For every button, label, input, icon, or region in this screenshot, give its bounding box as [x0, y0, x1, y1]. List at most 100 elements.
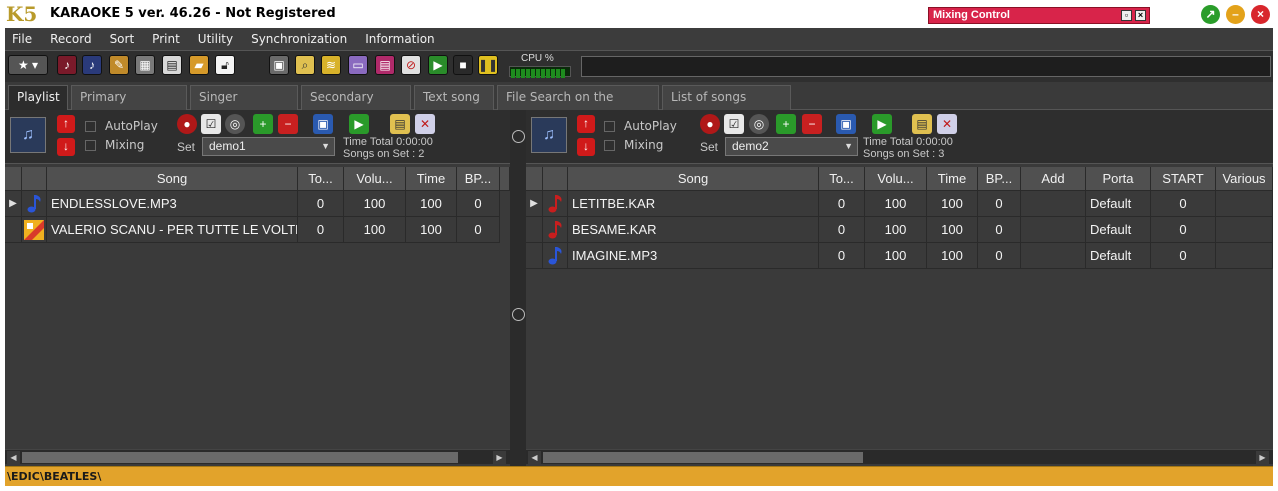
- song-type-cell: [543, 191, 568, 217]
- minimize-button[interactable]: –: [1226, 5, 1245, 24]
- move-up-button[interactable]: ↑: [57, 115, 75, 133]
- blue-note-icon[interactable]: ♪: [82, 55, 102, 75]
- scroll-right-icon[interactable]: ▶: [1256, 451, 1269, 464]
- move-down-button[interactable]: ↓: [577, 138, 595, 156]
- scrollbar-thumb[interactable]: [543, 452, 863, 463]
- save-icon[interactable]: ▣: [313, 114, 333, 134]
- title-bar: K5 KARAOKE 5 ver. 46.26 - Not Registered…: [0, 0, 1278, 28]
- scroll-left-icon[interactable]: ◀: [7, 451, 20, 464]
- column-header-bp[interactable]: BP...: [457, 167, 500, 191]
- tab-playlist[interactable]: Playlist: [8, 85, 68, 110]
- favorites-dropdown-icon[interactable]: ★ ▾: [8, 55, 48, 75]
- play-set-icon[interactable]: ▶: [872, 114, 892, 134]
- column-header-time[interactable]: Time: [406, 167, 457, 191]
- column-header-porta[interactable]: Porta: [1086, 167, 1151, 191]
- disc-icon[interactable]: ◎: [749, 114, 769, 134]
- tab-list-of-songs-played[interactable]: List of songs played: [662, 85, 791, 126]
- table-row[interactable]: VALERIO SCANU - PER TUTTE LE VOLTE 0 100…: [5, 217, 510, 243]
- remove-icon[interactable]: −: [278, 114, 298, 134]
- set-select[interactable]: demo1 ▼: [202, 137, 335, 156]
- chart-icon[interactable]: ≋: [321, 55, 341, 75]
- menu-utility[interactable]: Utility: [198, 32, 233, 46]
- singer-icon[interactable]: ♫: [10, 117, 46, 153]
- stop-icon[interactable]: ■: [453, 55, 473, 75]
- move-up-button[interactable]: ↑: [577, 115, 595, 133]
- column-header-song[interactable]: Song: [568, 167, 819, 191]
- column-header-volume[interactable]: Volu...: [865, 167, 927, 191]
- tab-singer-schedule[interactable]: Singer Schedule: [190, 85, 298, 126]
- scroll-right-icon[interactable]: ▶: [493, 451, 506, 464]
- column-header-bp[interactable]: BP...: [978, 167, 1021, 191]
- scroll-left-icon[interactable]: ◀: [528, 451, 541, 464]
- lock-icon[interactable]: 🔓︎: [215, 55, 235, 75]
- mixing-control-button[interactable]: Mixing Control ▫ ×: [928, 7, 1150, 24]
- tab-primary-database[interactable]: Primary Database: [71, 85, 187, 126]
- column-header-various[interactable]: Various: [1216, 167, 1273, 191]
- mixing-checkbox[interactable]: [604, 140, 615, 151]
- add-icon[interactable]: +: [776, 114, 796, 134]
- move-down-button[interactable]: ↓: [57, 138, 75, 156]
- menu-record[interactable]: Record: [50, 32, 91, 46]
- restore-icon[interactable]: ▫: [1121, 10, 1132, 21]
- panel-splitter[interactable]: [510, 110, 526, 466]
- left-horizontal-scrollbar[interactable]: ◀ ▶: [5, 449, 510, 464]
- save-icon[interactable]: ▣: [836, 114, 856, 134]
- column-header-song[interactable]: Song: [47, 167, 298, 191]
- remove-icon[interactable]: −: [802, 114, 822, 134]
- tv-icon[interactable]: ▤: [375, 55, 395, 75]
- table-row[interactable]: IMAGINE.MP3 0 100 100 0 Default 0: [526, 243, 1273, 269]
- splitter-knob-top[interactable]: [512, 130, 525, 143]
- no-icon[interactable]: ⊘: [401, 55, 421, 75]
- search-file-icon[interactable]: ⌕: [295, 55, 315, 75]
- splitter-knob-middle[interactable]: [512, 308, 525, 321]
- column-header-volume[interactable]: Volu...: [344, 167, 406, 191]
- set-select[interactable]: demo2 ▼: [725, 137, 858, 156]
- red-note-icon[interactable]: ♪: [57, 55, 77, 75]
- pause-icon[interactable]: ❚❚: [478, 55, 498, 75]
- record-icon[interactable]: ●: [700, 114, 720, 134]
- edit-icon[interactable]: ✎: [109, 55, 129, 75]
- tab-secondary-fields[interactable]: Secondary fields: [301, 85, 411, 126]
- screen-icon[interactable]: ▭: [348, 55, 368, 75]
- clear-list-icon[interactable]: ✕: [415, 114, 435, 134]
- menu-file[interactable]: File: [12, 32, 32, 46]
- tab-text-song[interactable]: Text song: [414, 85, 494, 110]
- new-file-icon[interactable]: ▤: [912, 114, 932, 134]
- singer-icon[interactable]: ♫: [531, 117, 567, 153]
- record-icon[interactable]: ●: [177, 114, 197, 134]
- play-icon[interactable]: ▶: [428, 55, 448, 75]
- menu-information[interactable]: Information: [365, 32, 434, 46]
- tab-file-search-internet[interactable]: File Search on the Internet: [497, 85, 659, 126]
- disc-icon[interactable]: ◎: [225, 114, 245, 134]
- table-row[interactable]: ▶ ENDLESSLOVE.MP3 0 100 100 0: [5, 191, 510, 217]
- folder-icon[interactable]: ▰: [189, 55, 209, 75]
- film-icon[interactable]: ▦: [135, 55, 155, 75]
- clear-list-icon[interactable]: ✕: [937, 114, 957, 134]
- monitor-icon[interactable]: ▣: [269, 55, 289, 75]
- play-set-icon[interactable]: ▶: [349, 114, 369, 134]
- autoplay-checkbox[interactable]: [604, 121, 615, 132]
- checklist-icon[interactable]: ☑: [724, 114, 744, 134]
- column-header-start[interactable]: START: [1151, 167, 1216, 191]
- document-icon[interactable]: ▤: [162, 55, 182, 75]
- maximize-button[interactable]: ↗: [1201, 5, 1220, 24]
- close-window-button[interactable]: ×: [1251, 5, 1270, 24]
- column-header-add[interactable]: Add: [1021, 167, 1086, 191]
- table-row[interactable]: BESAME.KAR 0 100 100 0 Default 0: [526, 217, 1273, 243]
- mixing-checkbox[interactable]: [85, 140, 96, 151]
- right-horizontal-scrollbar[interactable]: ◀ ▶: [526, 449, 1273, 464]
- new-file-icon[interactable]: ▤: [390, 114, 410, 134]
- scrollbar-thumb[interactable]: [22, 452, 458, 463]
- close-icon[interactable]: ×: [1135, 10, 1146, 21]
- menu-sort[interactable]: Sort: [110, 32, 135, 46]
- add-icon[interactable]: +: [253, 114, 273, 134]
- autoplay-checkbox[interactable]: [85, 121, 96, 132]
- menu-synchronization[interactable]: Synchronization: [251, 32, 347, 46]
- column-header-to[interactable]: To...: [819, 167, 865, 191]
- menu-print[interactable]: Print: [152, 32, 180, 46]
- table-row[interactable]: ▶ LETITBE.KAR 0 100 100 0 Default 0: [526, 191, 1273, 217]
- checklist-icon[interactable]: ☑: [201, 114, 221, 134]
- column-header-to[interactable]: To...: [298, 167, 344, 191]
- column-header-time[interactable]: Time: [927, 167, 978, 191]
- mixing-label: Mixing: [105, 138, 145, 152]
